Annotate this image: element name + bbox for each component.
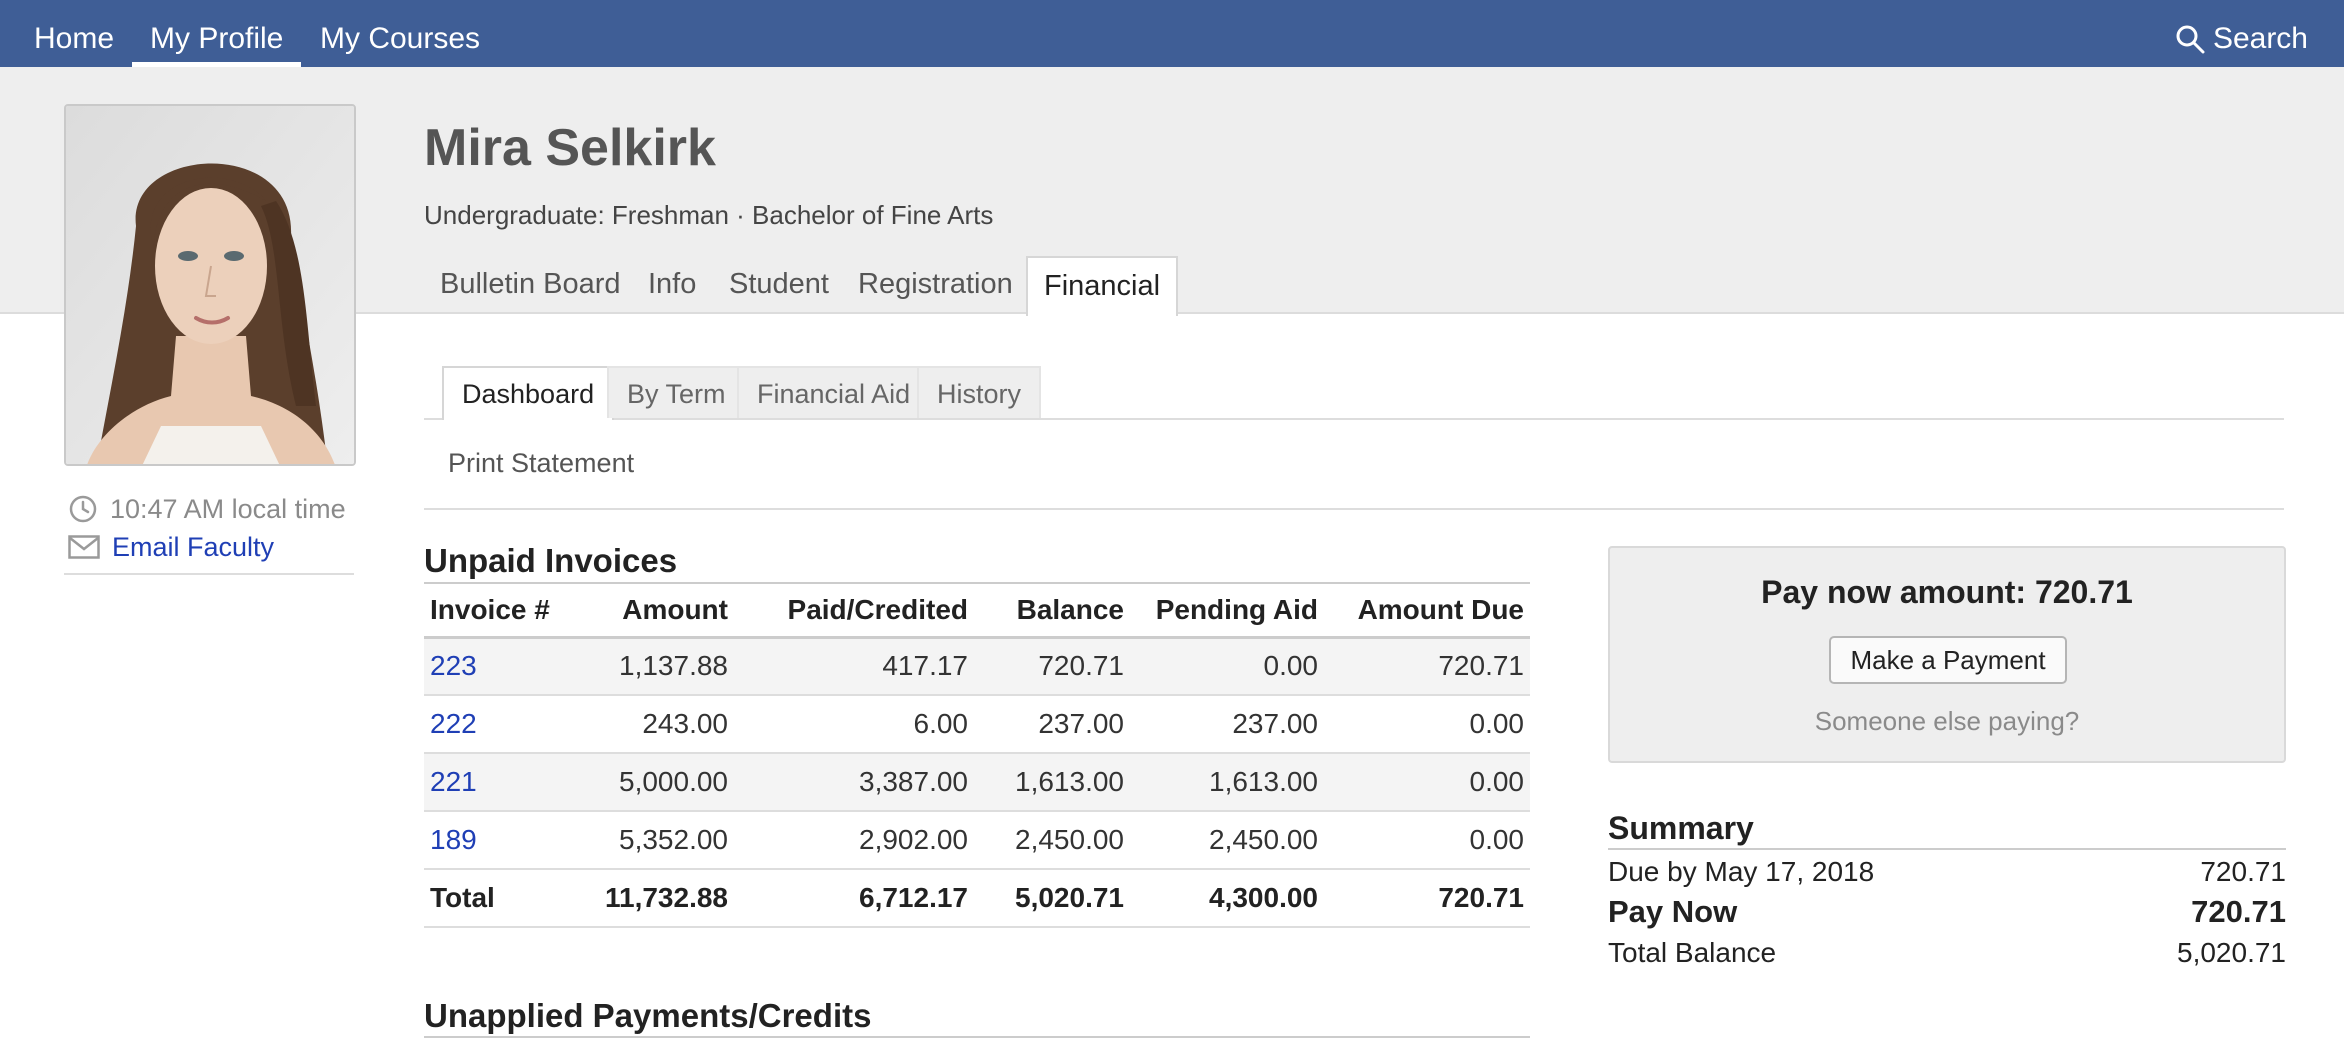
total-row: Total 11,732.88 6,712.17 5,020.71 4,300.… bbox=[424, 869, 1530, 928]
total-paid-cell: 6,712.17 bbox=[734, 869, 974, 928]
summary-value: 720.71 bbox=[2191, 894, 2286, 929]
summary-row-pay-now: Pay Now 720.71 bbox=[1608, 894, 2286, 930]
search-icon bbox=[2176, 25, 2205, 53]
summary-row-due: Due by May 17, 2018 720.71 bbox=[1608, 856, 2286, 888]
invoice-number-cell: 223 bbox=[424, 637, 574, 696]
summary-title: Summary bbox=[1608, 810, 1754, 846]
tab-registration[interactable]: Registration bbox=[858, 256, 1013, 314]
top-nav-bar: Home My Profile My Courses Search bbox=[0, 0, 2344, 67]
total-amount-cell: 11,732.88 bbox=[574, 869, 734, 928]
left-divider bbox=[64, 573, 354, 575]
table-row: 223 1,137.88 417.17 720.71 0.00 720.71 bbox=[424, 637, 1530, 696]
total-label-cell: Total bbox=[424, 869, 574, 928]
tab-bulletin-board[interactable]: Bulletin Board bbox=[440, 256, 621, 314]
balance-cell: 720.71 bbox=[974, 637, 1130, 696]
tab-dashboard[interactable]: Dashboard bbox=[442, 366, 615, 420]
amount-due-cell: 0.00 bbox=[1324, 811, 1530, 870]
col-invoice: Invoice # bbox=[424, 582, 574, 639]
pay-now-panel: Pay now amount: 720.71 Make a Payment So… bbox=[1608, 546, 2286, 763]
search-button[interactable]: Search bbox=[2175, 0, 2308, 67]
table-header-row: Invoice # Amount Paid/Credited Balance P… bbox=[424, 582, 1530, 639]
clock-icon bbox=[69, 495, 97, 523]
envelope-icon bbox=[68, 535, 100, 559]
total-pending-aid-cell: 4,300.00 bbox=[1130, 869, 1324, 928]
paid-cell: 417.17 bbox=[734, 637, 974, 696]
paid-cell: 2,902.00 bbox=[734, 811, 974, 870]
amount-due-cell: 0.00 bbox=[1324, 753, 1530, 812]
invoice-link[interactable]: 223 bbox=[430, 650, 477, 681]
col-paid-credited: Paid/Credited bbox=[734, 582, 974, 639]
amount-due-cell: 0.00 bbox=[1324, 695, 1530, 754]
pay-now-amount: Pay now amount: 720.71 bbox=[1761, 574, 2133, 610]
summary-value: 5,020.71 bbox=[2177, 937, 2286, 968]
someone-else-paying-link[interactable]: Someone else paying? bbox=[1610, 706, 2284, 737]
profile-photo bbox=[64, 104, 356, 466]
profile-name: Mira Selkirk bbox=[424, 119, 716, 177]
email-faculty-label: Email Faculty bbox=[112, 531, 275, 562]
tab-student[interactable]: Student bbox=[729, 256, 829, 314]
total-amount-due-cell: 720.71 bbox=[1324, 869, 1530, 928]
summary-divider bbox=[1608, 848, 2286, 850]
profile-subtitle: Undergraduate: Freshman · Bachelor of Fi… bbox=[424, 200, 994, 230]
tab-history[interactable]: History bbox=[917, 366, 1042, 418]
amount-cell: 5,000.00 bbox=[574, 753, 734, 812]
balance-cell: 237.00 bbox=[974, 695, 1130, 754]
invoice-link[interactable]: 189 bbox=[430, 824, 477, 855]
invoice-link[interactable]: 221 bbox=[430, 766, 477, 797]
paid-cell: 3,387.00 bbox=[734, 753, 974, 812]
nav-my-profile[interactable]: My Profile bbox=[131, 0, 302, 67]
invoice-number-cell: 222 bbox=[424, 695, 574, 754]
unapplied-divider bbox=[424, 1036, 1530, 1038]
summary-value: 720.71 bbox=[2200, 856, 2286, 887]
amount-cell: 5,352.00 bbox=[574, 811, 734, 870]
tab-financial[interactable]: Financial bbox=[1026, 256, 1179, 316]
pending-aid-cell: 0.00 bbox=[1130, 637, 1324, 696]
table-row: 221 5,000.00 3,387.00 1,613.00 1,613.00 … bbox=[424, 753, 1530, 812]
make-payment-button[interactable]: Make a Payment bbox=[1829, 636, 2067, 684]
summary-label: Pay Now bbox=[1608, 894, 1738, 929]
amount-due-cell: 720.71 bbox=[1324, 637, 1530, 696]
amount-cell: 243.00 bbox=[574, 695, 734, 754]
tab-financial-aid[interactable]: Financial Aid bbox=[737, 366, 931, 418]
pending-aid-cell: 237.00 bbox=[1130, 695, 1324, 754]
pending-aid-cell: 2,450.00 bbox=[1130, 811, 1324, 870]
table-row: 189 5,352.00 2,902.00 2,450.00 2,450.00 … bbox=[424, 811, 1530, 870]
local-time-text: 10:47 AM local time bbox=[110, 493, 346, 524]
invoice-link[interactable]: 222 bbox=[430, 708, 477, 739]
summary-row-total-balance: Total Balance 5,020.71 bbox=[1608, 937, 2286, 969]
col-amount: Amount bbox=[574, 582, 734, 639]
print-divider bbox=[424, 508, 2284, 510]
balance-cell: 1,613.00 bbox=[974, 753, 1130, 812]
col-balance: Balance bbox=[974, 582, 1130, 639]
summary-label: Total Balance bbox=[1608, 937, 1777, 968]
pending-aid-cell: 1,613.00 bbox=[1130, 753, 1324, 812]
tab-info[interactable]: Info bbox=[648, 256, 696, 314]
unpaid-invoices-title: Unpaid Invoices bbox=[424, 542, 678, 579]
invoice-number-cell: 221 bbox=[424, 753, 574, 812]
col-amount-due: Amount Due bbox=[1324, 582, 1530, 639]
summary-label: Due by May 17, 2018 bbox=[1608, 856, 1875, 887]
col-pending-aid: Pending Aid bbox=[1130, 582, 1324, 639]
print-statement-link[interactable]: Print Statement bbox=[448, 448, 634, 479]
paid-cell: 6.00 bbox=[734, 695, 974, 754]
unapplied-payments-title: Unapplied Payments/Credits bbox=[424, 997, 872, 1034]
email-faculty-link[interactable]: Email Faculty bbox=[68, 530, 274, 564]
nav-home[interactable]: Home bbox=[34, 0, 114, 67]
invoice-number-cell: 189 bbox=[424, 811, 574, 870]
total-balance-cell: 5,020.71 bbox=[974, 869, 1130, 928]
table-row: 222 243.00 6.00 237.00 237.00 0.00 bbox=[424, 695, 1530, 754]
balance-cell: 2,450.00 bbox=[974, 811, 1130, 870]
invoices-table: Invoice # Amount Paid/Credited Balance P… bbox=[424, 582, 1530, 928]
nav-my-courses[interactable]: My Courses bbox=[320, 0, 480, 67]
local-time: 10:47 AM local time bbox=[68, 492, 346, 526]
amount-cell: 1,137.88 bbox=[574, 637, 734, 696]
search-label: Search bbox=[2212, 21, 2308, 55]
tab-by-term[interactable]: By Term bbox=[607, 366, 746, 418]
